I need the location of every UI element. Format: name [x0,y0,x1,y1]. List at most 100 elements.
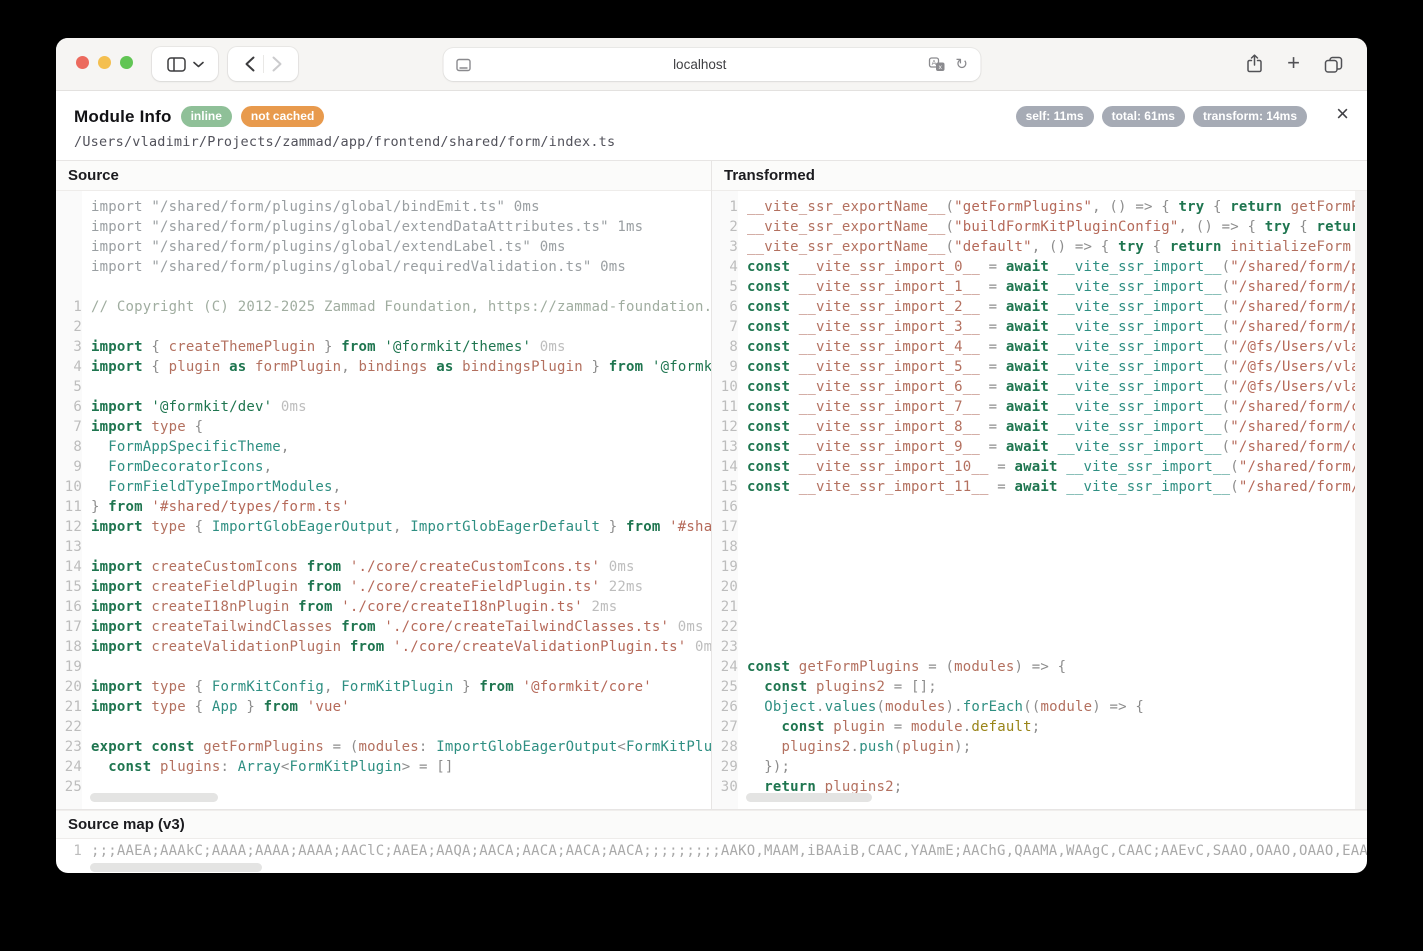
code-line: 27 const plugin = module.default; [712,717,1367,737]
code-line: 14import createCustomIcons from './core/… [56,557,711,577]
zoom-window-button[interactable] [120,56,133,69]
code-line [56,277,711,297]
code-line: 18import createValidationPlugin from './… [56,637,711,657]
module-file-path: /Users/vladimir/Projects/zammad/app/fron… [74,134,1347,150]
chevron-down-icon[interactable] [193,61,204,68]
source-map-horizontal-scrollbar[interactable] [90,863,262,872]
code-line: 11const __vite_ssr_import_7__ = await __… [712,397,1367,417]
source-map-section: Source map (v3) 1 ;;;AAEA;AAAkC;AAAA;AAA… [56,809,1367,873]
code-line: import "/shared/form/plugins/global/exte… [56,237,711,257]
code-line: 19 [56,657,711,677]
code-line: 9 FormDecoratorIcons, [56,457,711,477]
code-line: 9const __vite_ssr_import_5__ = await __v… [712,357,1367,377]
source-map-title: Source map (v3) [56,810,1367,839]
transformed-code: 1__vite_ssr_exportName__("getFormPlugins… [712,191,1367,809]
transformed-panel-title: Transformed [712,161,1367,191]
close-window-button[interactable] [76,56,89,69]
code-line: 6const __vite_ssr_import_2__ = await __v… [712,297,1367,317]
translate-icon[interactable]: A x [928,57,945,72]
sidebar-toggle-group[interactable] [152,47,218,81]
code-line: import "/shared/form/plugins/global/bind… [56,197,711,217]
code-panels: Source import "/shared/form/plugins/glob… [56,160,1367,809]
url-text[interactable]: localhost [471,57,928,72]
page-format-icon[interactable] [455,58,471,72]
share-icon[interactable] [1246,54,1263,74]
minimize-window-button[interactable] [98,56,111,69]
code-line: 17 [712,517,1367,537]
source-map-line-number: 1 [56,843,82,859]
code-line: 14const __vite_ssr_import_10__ = await _… [712,457,1367,477]
code-line: 12import type { ImportGlobEagerOutput, I… [56,517,711,537]
code-line: 4const __vite_ssr_import_0__ = await __v… [712,257,1367,277]
source-map-scroll-area [56,863,1367,873]
code-line: 22 [56,717,711,737]
code-line: 10const __vite_ssr_import_6__ = await __… [712,377,1367,397]
code-line: 3__vite_ssr_exportName__("default", () =… [712,237,1367,257]
code-line: 19 [712,557,1367,577]
vertical-scrollbar[interactable] [1355,191,1367,809]
code-line: 25 const plugins2 = []; [712,677,1367,697]
source-panel: Source import "/shared/form/plugins/glob… [56,161,712,809]
code-line: 20import type { FormKitConfig, FormKitPl… [56,677,711,697]
code-line: 6import '@formkit/dev' 0ms [56,397,711,417]
transformed-horizontal-scrollbar[interactable] [746,793,872,802]
code-line: 5 [56,377,711,397]
transform-time-badge: transform: 14ms [1193,106,1307,127]
traffic-lights [76,56,133,69]
code-line: 29 }); [712,757,1367,777]
source-code: import "/shared/form/plugins/global/bind… [56,191,711,809]
total-time-badge: total: 61ms [1102,106,1185,127]
code-line: 24 const plugins: Array<FormKitPlugin> =… [56,757,711,777]
code-line: 17import createTailwindClasses from './c… [56,617,711,637]
code-line: 2__vite_ssr_exportName__("buildFormKitPl… [712,217,1367,237]
not-cached-badge: not cached [241,106,324,127]
new-tab-icon[interactable]: + [1287,52,1300,74]
module-info-header: Module Info inline not cached self: 11ms… [56,91,1367,160]
code-line: 8const __vite_ssr_import_4__ = await __v… [712,337,1367,357]
code-line: 13 [56,537,711,557]
self-time-badge: self: 11ms [1016,106,1094,127]
code-line: 16import createI18nPlugin from './core/c… [56,597,711,617]
code-line: 5const __vite_ssr_import_1__ = await __v… [712,277,1367,297]
code-line: 23 [712,637,1367,657]
code-line: 13const __vite_ssr_import_9__ = await __… [712,437,1367,457]
code-line: 26 Object.values(modules).forEach((modul… [712,697,1367,717]
code-line: 10 FormFieldTypeImportModules, [56,477,711,497]
forward-button[interactable] [272,56,282,72]
code-line: 8 FormAppSpecificTheme, [56,437,711,457]
sidebar-icon[interactable] [167,57,186,72]
module-info-title-row: Module Info inline not cached self: 11ms… [74,106,1347,127]
code-line: 4import { plugin as formPlugin, bindings… [56,357,711,377]
tab-overview-icon[interactable] [1324,56,1343,73]
toolbar-right-actions: + [1246,47,1343,81]
page-title: Module Info [74,107,172,127]
code-line: 23export const getFormPlugins = (modules… [56,737,711,757]
code-line: 7const __vite_ssr_import_3__ = await __v… [712,317,1367,337]
address-bar[interactable]: localhost A x ↻ [443,48,980,81]
browser-window: localhost A x ↻ [56,38,1367,873]
code-line: 22 [712,617,1367,637]
code-line: 12const __vite_ssr_import_8__ = await __… [712,417,1367,437]
reload-icon[interactable]: ↻ [955,57,968,72]
svg-text:A: A [932,60,937,67]
code-line: 21import type { App } from 'vue' [56,697,711,717]
code-line: import "/shared/form/plugins/global/requ… [56,257,711,277]
back-button[interactable] [245,56,255,72]
source-map-line: 1 ;;;AAEA;AAAkC;AAAA;AAAA;AAAA;AAClC;AAE… [56,839,1367,863]
code-line: 1__vite_ssr_exportName__("getFormPlugins… [712,197,1367,217]
browser-toolbar: localhost A x ↻ [56,38,1367,91]
close-icon[interactable]: × [1336,103,1349,125]
code-line: 15import createFieldPlugin from './core/… [56,577,711,597]
address-bar-actions: A x ↻ [928,57,968,72]
code-line: 20 [712,577,1367,597]
code-line: 18 [712,537,1367,557]
inline-badge: inline [181,106,232,127]
code-line: 28 plugins2.push(plugin); [712,737,1367,757]
code-line: 24const getFormPlugins = (modules) => { [712,657,1367,677]
source-horizontal-scrollbar[interactable] [90,793,218,802]
code-line: 11} from '#shared/types/form.ts' [56,497,711,517]
nav-divider [263,55,264,73]
code-line: 15const __vite_ssr_import_11__ = await _… [712,477,1367,497]
code-line: 21 [712,597,1367,617]
screenshot-background: localhost A x ↻ [0,0,1423,951]
